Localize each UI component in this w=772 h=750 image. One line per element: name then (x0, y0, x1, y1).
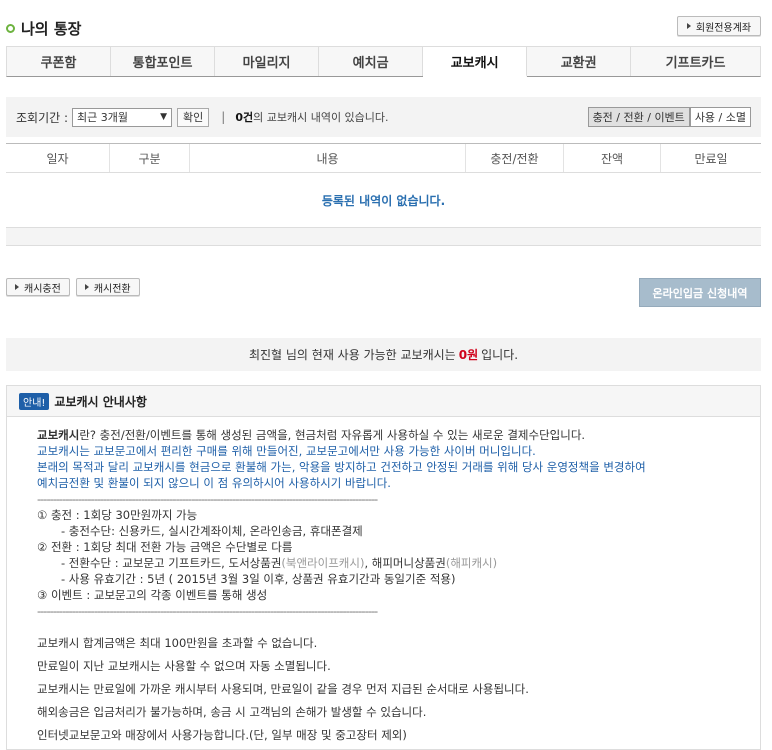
notice-body: 교보캐시란? 충전/전환/이벤트를 통해 생성된 금액을, 현금처럼 자유롭게 … (7, 417, 760, 743)
tab-coupon[interactable]: 쿠폰함 (7, 47, 112, 76)
arrow-right-icon (84, 284, 89, 290)
online-deposit-history-button[interactable]: 온라인입금 신청내역 (639, 278, 761, 307)
notice-blue-line-3: 예치금전환 및 환불이 되지 않으니 이 점 유의하시어 사용하시기 바랍니다. (37, 476, 391, 490)
charge-cash-label: 캐시충전 (24, 283, 61, 295)
period-value: 최근 3개월 (77, 111, 129, 124)
period-select[interactable]: 최근 3개월 ▼ (72, 107, 173, 127)
notice-footer-list: 교보캐시 합계금액은 최대 100만원을 초과할 수 없습니다. 만료일이 지난… (37, 635, 760, 743)
notice-title: 교보캐시 안내사항 (54, 394, 147, 409)
balance-suffix: 입니다. (481, 348, 519, 362)
notice-box: 안내! 교보캐시 안내사항 교보캐시란? 충전/전환/이벤트를 통해 생성된 금… (6, 385, 761, 750)
convert-cash-button[interactable]: 캐시전환 (75, 278, 140, 296)
notice-item-1: ① 충전 : 1회당 30만원까지 가능 (37, 508, 198, 522)
notice-divider: ----------------------------------------… (37, 492, 378, 506)
tab-kyobo-cash[interactable]: 교보캐시 (423, 47, 528, 77)
notice-divider: ----------------------------------------… (37, 604, 378, 618)
toggle-use-expire[interactable]: 사용 / 소멸 (689, 107, 751, 127)
separator: | (221, 110, 226, 124)
title-bullet-icon (6, 24, 15, 33)
tab-bar: 쿠폰함 통합포인트 마일리지 예치금 교보캐시 교환권 기프트카드 (6, 46, 761, 77)
tab-gift-card[interactable]: 기프트카드 (631, 47, 760, 76)
column-expiry: 만료일 (694, 151, 728, 166)
notice-footer-line: 만료일이 지난 교보캐시는 사용할 수 없으며 자동 소멸됩니다. (37, 659, 331, 673)
history-table: 일자 구분 내용 충전/전환 잔액 만료일 등록된 내역이 없습니다. (6, 143, 761, 246)
notice-blue-line-1: 교보캐시는 교보문고에서 편리한 구매를 위해 만들어진, 교보문고에서만 사용… (37, 444, 536, 458)
notice-header: 안내! 교보캐시 안내사항 (7, 386, 760, 417)
table-footer (6, 228, 761, 246)
column-balance: 잔액 (564, 144, 661, 172)
arrow-right-icon (15, 284, 19, 290)
notice-blue-line-2: 본래의 목적과 달리 교보캐시를 현금으로 환불해 가는, 악용을 방지하고 건… (37, 460, 646, 474)
convert-cash-label: 캐시전환 (93, 283, 131, 295)
tab-voucher[interactable]: 교환권 (527, 47, 632, 76)
toggle-charge-convert-event[interactable]: 충전 / 전환 / 이벤트 (587, 107, 690, 127)
notice-footer-line: 해외송금은 입금처리가 불가능하며, 송금 시 고객님의 손해가 발생할 수 있… (37, 705, 427, 719)
member-account-label: 회원전용계좌 (695, 22, 752, 34)
type-toggle-group: 충전 / 전환 / 이벤트 사용 / 소멸 (587, 107, 751, 127)
charge-cash-button[interactable]: 캐시충전 (6, 278, 70, 296)
notice-item-2-sub-2: - 사용 유효기간 : 5년 ( 2015년 3월 3일 이후, 상품권 유효기… (61, 572, 456, 586)
notice-intro-bold: 교보캐시 (37, 428, 80, 442)
notice-item-3: ③ 이벤트 : 교보문고의 각종 이벤트를 통해 생성 (37, 588, 268, 602)
notice-item-2-sub-1-d: (해피캐시) (445, 556, 498, 570)
filter-bar: 조회기간 : 최근 3개월 ▼ 확인 | 0건의 교보캐시 내역이 있습니다. … (6, 97, 761, 137)
notice-footer-line: 인터넷교보문고와 매장에서 사용가능합니다.(단, 일부 매장 및 중고장터 제… (37, 728, 407, 742)
result-count-number: 0건 (235, 111, 254, 124)
balance-amount: 0원 (458, 348, 479, 362)
balance-summary: 최진혈 님의 현재 사용 가능한 교보캐시는 0원 입니다. (6, 338, 761, 371)
tab-mileage[interactable]: 마일리지 (215, 47, 320, 76)
notice-item-1-sub: - 충전수단: 신용카드, 실시간계좌이체, 온라인송금, 휴대폰결제 (61, 524, 363, 538)
notice-footer-line: 교보캐시는 만료일에 가까운 캐시부터 사용되며, 만료일이 같을 경우 먼저 … (37, 682, 529, 696)
column-charge-convert: 충전/전환 (466, 144, 564, 172)
confirm-button[interactable]: 확인 (177, 107, 210, 127)
member-account-button[interactable]: 회원전용계좌 (677, 16, 761, 36)
empty-message: 등록된 내역이 없습니다. (6, 173, 761, 228)
period-label: 조회기간 : (16, 110, 69, 125)
table-header: 일자 구분 내용 충전/전환 잔액 만료일 (6, 143, 761, 173)
page-title-text: 나의 통장 (21, 20, 82, 38)
notice-item-2-sub-1: - 전환수단 : 교보문고 기프트카드, 도서상품권(북앤라이프캐시), 해피머… (37, 555, 760, 571)
notice-item-2: ② 전환 : 1회당 최대 전환 가능 금액은 수단별로 다름 (37, 540, 293, 554)
arrow-right-icon (686, 23, 691, 29)
column-content: 내용 (190, 144, 466, 172)
column-type: 구분 (110, 144, 190, 172)
notice-item-2-sub-1-c: , 해피머니상품권 (364, 556, 446, 570)
notice-item-2-sub-1-b: (북앤라이프캐시) (281, 556, 365, 570)
notice-badge: 안내! (19, 392, 50, 410)
notice-intro-rest: 란? 충전/전환/이벤트를 통해 생성된 금액을, 현금처럼 자유롭게 사용하실… (79, 428, 586, 442)
page-title: 나의 통장 (6, 18, 81, 39)
result-count: 0건의 교보캐시 내역이 있습니다. (235, 109, 388, 125)
notice-item-2-sub-1-a: - 전환수단 : 교보문고 기프트카드, 도서상품권 (61, 556, 282, 570)
tab-integrated-points[interactable]: 통합포인트 (111, 47, 216, 76)
cash-action-buttons: 캐시충전 캐시전환 (6, 278, 140, 296)
column-date: 일자 (6, 144, 110, 172)
notice-footer-line: 교보캐시 합계금액은 최대 100만원을 초과할 수 없습니다. (37, 636, 318, 650)
notice-intro: 교보캐시란? 충전/전환/이벤트를 통해 생성된 금액을, 현금처럼 자유롭게 … (37, 427, 760, 443)
balance-prefix: 최진혈 님의 현재 사용 가능한 교보캐시는 (248, 348, 456, 362)
tab-deposit[interactable]: 예치금 (319, 47, 424, 76)
result-count-text: 의 교보캐시 내역이 있습니다. (253, 111, 389, 124)
chevron-down-icon: ▼ (160, 112, 168, 122)
